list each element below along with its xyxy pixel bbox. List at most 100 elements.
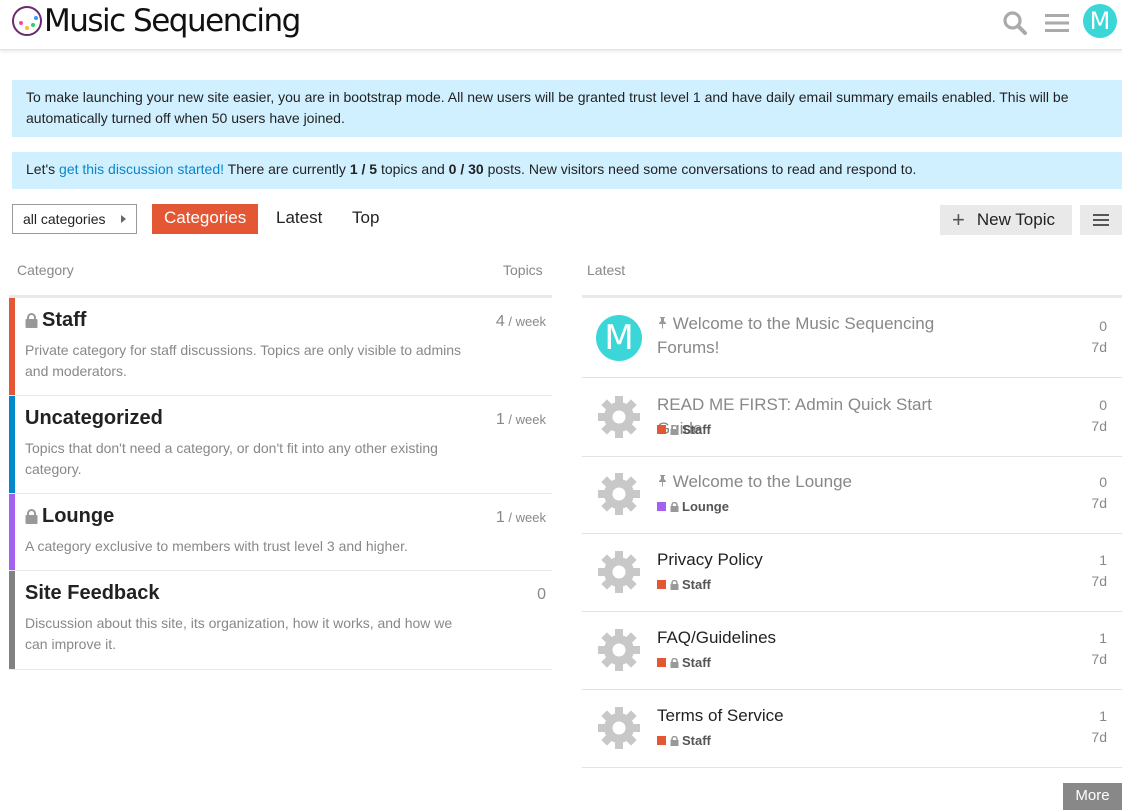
topic-age[interactable]: 7d <box>1091 729 1107 745</box>
category-dropdown[interactable]: all categories <box>12 204 137 234</box>
reply-count: 0 <box>1099 397 1107 413</box>
category-row-staff[interactable]: Staff Private category for staff discuss… <box>9 298 552 396</box>
reply-count: 1 <box>1099 708 1107 724</box>
gear-icon <box>596 705 642 751</box>
posts-count: 0 / 30 <box>448 161 484 177</box>
search-icon[interactable] <box>1000 8 1030 38</box>
category-description: A category exclusive to members with tru… <box>25 538 408 554</box>
topic-age[interactable]: 7d <box>1091 573 1107 589</box>
topic-title[interactable]: FAQ/Guidelines <box>657 626 977 650</box>
category-color-square <box>657 425 666 434</box>
topic-title-text: Welcome to the Lounge <box>672 472 852 491</box>
tab-top[interactable]: Top <box>340 204 391 234</box>
lock-icon <box>670 579 679 590</box>
count-unit: / week <box>504 314 546 329</box>
topic-row[interactable]: Welcome to the Lounge Lounge 0 7d <box>582 456 1122 534</box>
topic-row[interactable]: FAQ/Guidelines Staff 1 7d <box>582 612 1122 690</box>
category-badge[interactable]: Staff <box>657 733 711 748</box>
topic-age[interactable]: 7d <box>1091 651 1107 667</box>
pin-icon <box>659 317 666 329</box>
category-name[interactable]: Site Feedback <box>25 582 160 605</box>
category-color-square <box>657 580 666 589</box>
count-unit: / week <box>504 510 546 525</box>
topic-row[interactable]: READ ME FIRST: Admin Quick Start Guide S… <box>582 379 1122 457</box>
category-color-stripe <box>9 298 15 395</box>
topic-age[interactable]: 7d <box>1091 339 1107 355</box>
logo-icon <box>12 6 42 36</box>
category-row-uncategorized[interactable]: Uncategorized Topics that don't need a c… <box>9 396 552 494</box>
notice-text: posts. New visitors need some conversati… <box>483 161 917 177</box>
category-badge[interactable]: Staff <box>657 577 711 592</box>
new-topic-button[interactable]: + New Topic <box>940 205 1072 235</box>
notice-text: Let's <box>26 161 60 177</box>
new-topic-label: New Topic <box>976 210 1055 229</box>
caret-right-icon <box>121 215 126 223</box>
category-description: Discussion about this site, its organiza… <box>25 615 453 652</box>
column-header-category: Category <box>17 262 74 278</box>
topic-age[interactable]: 7d <box>1091 495 1107 511</box>
lock-icon <box>670 735 679 746</box>
user-avatar[interactable]: M <box>596 315 642 361</box>
category-name[interactable]: Uncategorized <box>25 407 163 430</box>
category-name-text: Lounge <box>42 505 115 527</box>
topic-title[interactable]: Welcome to the Music Sequencing Forums! <box>657 312 977 360</box>
gear-icon <box>596 394 642 440</box>
list-divider <box>582 295 1122 298</box>
column-header-latest: Latest <box>587 262 626 278</box>
topic-count: 1 / week <box>496 509 546 527</box>
category-badge-label: Staff <box>682 577 711 592</box>
category-color-stripe <box>9 571 15 669</box>
category-description: Topics that don't need a category, or do… <box>25 440 438 477</box>
count-value: 1 <box>495 509 505 526</box>
category-name-text: Uncategorized <box>25 407 163 429</box>
user-avatar[interactable]: M <box>1083 4 1117 38</box>
topic-row[interactable]: Privacy Policy Staff 1 7d <box>582 534 1122 612</box>
hamburger-icon <box>1093 214 1109 226</box>
count-value: 0 <box>537 586 546 603</box>
topic-age[interactable]: 7d <box>1091 418 1107 434</box>
category-row-site-feedback[interactable]: Site Feedback Discussion about this site… <box>9 571 552 670</box>
topic-row[interactable]: M Welcome to the Music Sequencing Forums… <box>582 300 1122 378</box>
lock-icon <box>670 424 679 435</box>
lock-icon <box>25 509 38 524</box>
topic-count: 4 / week <box>496 313 546 331</box>
category-row-lounge[interactable]: Lounge A category exclusive to members w… <box>9 494 552 571</box>
category-badge-label: Staff <box>682 655 711 670</box>
pin-icon <box>659 475 666 487</box>
bootstrap-notice-text: To make launching your new site easier, … <box>26 89 1069 126</box>
category-color-stripe <box>9 494 15 570</box>
category-name[interactable]: Lounge <box>25 505 114 528</box>
navigation-menu-button[interactable] <box>1080 205 1122 235</box>
category-badge[interactable]: Staff <box>657 655 711 670</box>
category-badge-label: Staff <box>682 422 711 437</box>
reply-count: 1 <box>1099 630 1107 646</box>
site-logo[interactable]: Music Sequencing <box>12 3 301 39</box>
lock-icon <box>25 313 38 328</box>
category-color-square <box>657 658 666 667</box>
category-description: Private category for staff discussions. … <box>25 342 462 379</box>
category-name[interactable]: Staff <box>25 309 86 332</box>
topic-row[interactable]: Terms of Service Staff 1 7d <box>582 690 1122 768</box>
reply-count: 0 <box>1099 474 1107 490</box>
get-discussion-started-link[interactable]: get this discussion started! <box>59 161 224 177</box>
lock-icon <box>670 501 679 512</box>
category-color-stripe <box>9 396 15 493</box>
tab-categories[interactable]: Categories <box>152 204 259 234</box>
plus-icon: + <box>952 207 965 232</box>
topic-title[interactable]: Welcome to the Lounge <box>657 470 977 494</box>
gear-icon <box>596 627 642 673</box>
count-value: 4 <box>495 313 505 330</box>
category-badge[interactable]: Staff <box>657 422 711 437</box>
category-badge[interactable]: Lounge <box>657 499 729 514</box>
site-title: Music Sequencing <box>44 3 301 39</box>
topic-title[interactable]: Privacy Policy <box>657 548 977 572</box>
more-button[interactable]: More <box>1063 783 1122 810</box>
count-value: 1 <box>495 411 505 428</box>
hamburger-menu-icon[interactable] <box>1042 8 1072 38</box>
notice-text: There are currently <box>224 161 350 177</box>
lock-icon <box>670 657 679 668</box>
reply-count: 0 <box>1099 318 1107 334</box>
category-name-text: Staff <box>42 309 87 331</box>
tab-latest[interactable]: Latest <box>264 204 334 234</box>
topic-title[interactable]: Terms of Service <box>657 704 977 728</box>
